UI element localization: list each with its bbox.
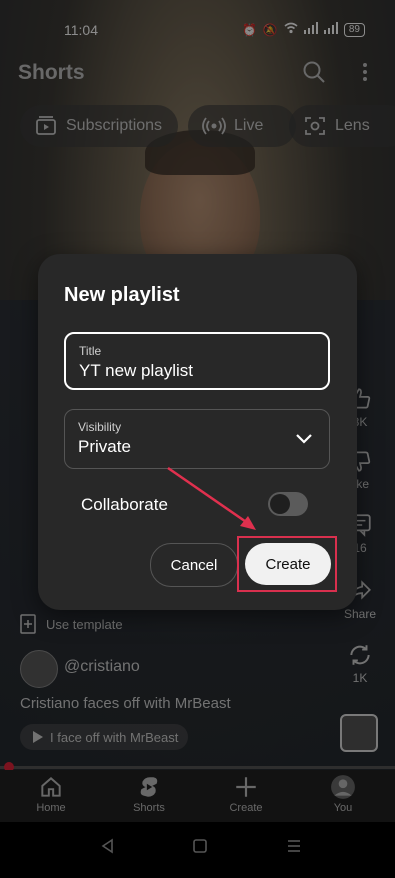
title-input[interactable] (79, 361, 299, 381)
system-navigation (0, 822, 395, 878)
visibility-value: Private (78, 437, 131, 456)
annotation-arrow (167, 466, 256, 530)
title-field[interactable]: Title (64, 332, 330, 390)
collaborate-label: Collaborate (81, 495, 168, 514)
cancel-button[interactable]: Cancel (150, 543, 238, 587)
title-field-label: Title (79, 344, 102, 358)
back-icon[interactable] (98, 836, 118, 856)
dialog-title: New playlist (64, 284, 180, 306)
new-playlist-dialog: New playlist Title Visibility Private Co… (38, 254, 357, 610)
recents-icon[interactable] (284, 836, 304, 856)
visibility-label: Visibility (78, 420, 122, 434)
create-button[interactable]: Create (245, 543, 331, 585)
collaborate-toggle[interactable] (268, 492, 308, 516)
toggle-knob (270, 494, 290, 514)
chevron-down-icon (296, 434, 312, 444)
home-square-icon[interactable] (190, 836, 210, 856)
